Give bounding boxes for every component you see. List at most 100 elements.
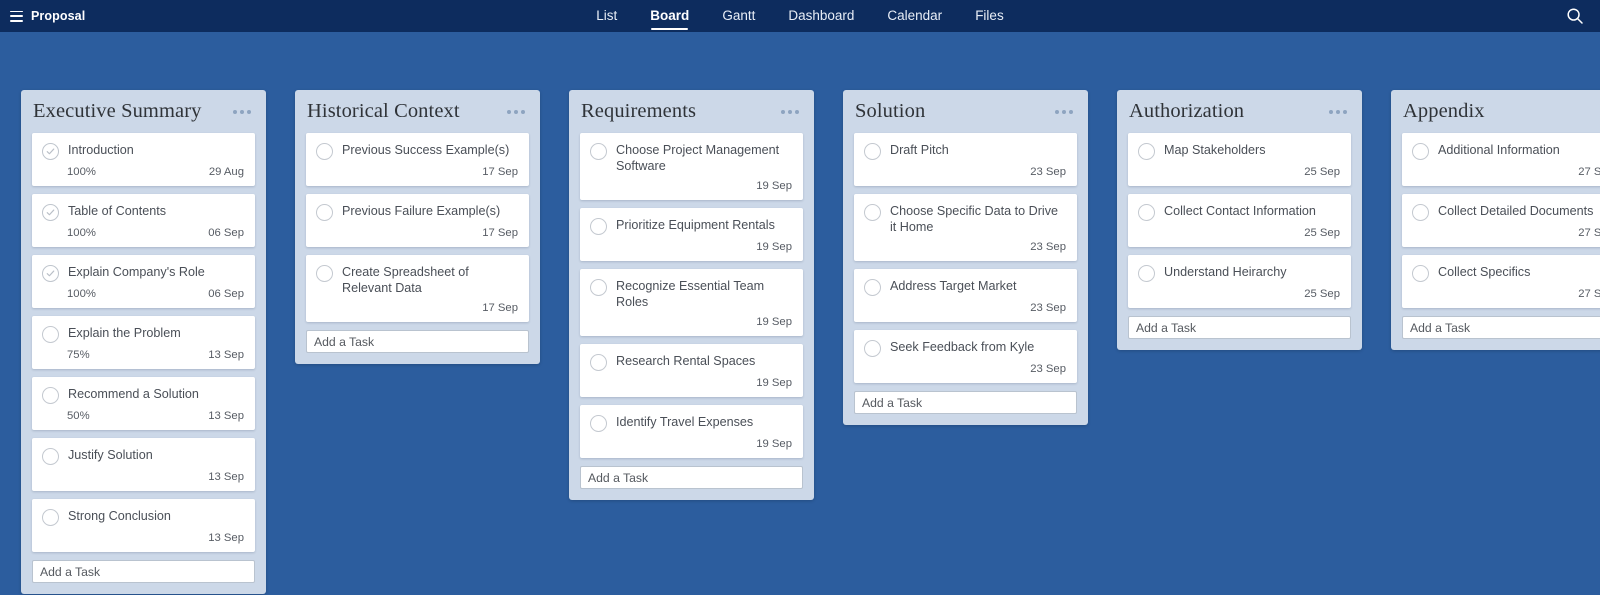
task-due-date: 17 Sep xyxy=(482,302,518,314)
task-card[interactable]: Previous Failure Example(s) 17 Sep xyxy=(306,194,529,247)
task-card-top: Research Rental Spaces xyxy=(590,353,793,371)
task-checkbox[interactable] xyxy=(864,143,881,160)
task-card[interactable]: Choose Specific Data to Drive it Home 23 … xyxy=(854,194,1077,261)
task-title: Choose Project Management Software xyxy=(616,143,780,173)
add-task-input[interactable]: Add a Task xyxy=(32,560,255,583)
task-checkbox[interactable] xyxy=(1412,265,1429,282)
task-card[interactable]: Collect Contact Information 25 Sep xyxy=(1128,194,1351,247)
more-options-icon[interactable] xyxy=(506,106,526,118)
task-card[interactable]: Collect Detailed Documents 27 Sep xyxy=(1402,194,1600,247)
more-options-icon[interactable] xyxy=(232,106,252,118)
task-due-date: 19 Sep xyxy=(756,377,792,389)
add-task-input[interactable]: Add a Task xyxy=(580,466,803,489)
board-column: Requirements Choose Project Management So… xyxy=(569,90,814,500)
task-title: Recognize Essential Team Roles xyxy=(616,279,765,309)
board-column: Historical Context Previous Success Examp… xyxy=(295,90,540,364)
task-checkbox[interactable] xyxy=(42,448,59,465)
task-card[interactable]: Explain the Problem 75% 13 Sep xyxy=(32,316,255,369)
add-task-input[interactable]: Add a Task xyxy=(306,330,529,353)
task-checkbox[interactable] xyxy=(316,143,333,160)
task-card[interactable]: Recommend a Solution 50% 13 Sep xyxy=(32,377,255,430)
more-options-icon[interactable] xyxy=(780,106,800,118)
task-checkbox[interactable] xyxy=(1412,143,1429,160)
task-card[interactable]: Recognize Essential Team Roles 19 Sep xyxy=(580,269,803,336)
task-card-top: Collect Contact Information xyxy=(1138,203,1341,221)
tab-calendar[interactable]: Calendar xyxy=(887,0,942,32)
task-card[interactable]: Table of Contents 100% 06 Sep xyxy=(32,194,255,247)
task-checkbox[interactable] xyxy=(1138,143,1155,160)
task-checkbox[interactable] xyxy=(1412,204,1429,221)
task-card[interactable]: Seek Feedback from Kyle 23 Sep xyxy=(854,330,1077,383)
task-card[interactable]: Prioritize Equipment Rentals 19 Sep xyxy=(580,208,803,261)
task-checkbox[interactable] xyxy=(1138,204,1155,221)
task-checkbox[interactable] xyxy=(590,354,607,371)
task-checkbox-checked[interactable] xyxy=(42,143,59,160)
task-progress-percent: 100% xyxy=(67,288,96,300)
more-options-icon[interactable] xyxy=(1328,106,1348,118)
task-checkbox[interactable] xyxy=(316,204,333,221)
task-card[interactable]: Understand Heirarchy 25 Sep xyxy=(1128,255,1351,308)
task-card-top: Draft Pitch xyxy=(864,142,1067,160)
task-due-date: 19 Sep xyxy=(756,241,792,253)
task-checkbox[interactable] xyxy=(42,387,59,404)
task-checkbox[interactable] xyxy=(864,279,881,296)
task-due-date: 06 Sep xyxy=(208,288,244,300)
task-checkbox[interactable] xyxy=(1138,265,1155,282)
task-checkbox-checked[interactable] xyxy=(42,265,59,282)
task-progress-percent: 100% xyxy=(67,166,96,178)
task-checkbox[interactable] xyxy=(590,415,607,432)
task-title: Address Target Market xyxy=(890,279,1017,293)
task-checkbox[interactable] xyxy=(864,204,881,221)
hamburger-icon[interactable] xyxy=(10,10,23,22)
task-card[interactable]: Create Spreadsheet of Relevant Data 17 Se… xyxy=(306,255,529,322)
task-due-date: 27 Sep xyxy=(1578,166,1600,178)
task-card[interactable]: Strong Conclusion 13 Sep xyxy=(32,499,255,552)
task-meta: 17 Sep xyxy=(316,301,519,315)
add-task-input[interactable]: Add a Task xyxy=(1402,316,1600,339)
task-title: Choose Specific Data to Drive it Home xyxy=(890,204,1058,234)
task-card-top: Create Spreadsheet of Relevant Data xyxy=(316,264,519,296)
task-checkbox[interactable] xyxy=(590,218,607,235)
more-options-icon[interactable] xyxy=(1054,106,1074,118)
task-due-date: 13 Sep xyxy=(208,410,244,422)
tab-list[interactable]: List xyxy=(596,0,617,32)
task-card[interactable]: Introduction 100% 29 Aug xyxy=(32,133,255,186)
task-card[interactable]: Draft Pitch 23 Sep xyxy=(854,133,1077,186)
task-due-date: 19 Sep xyxy=(756,316,792,328)
task-checkbox-checked[interactable] xyxy=(42,204,59,221)
task-card[interactable]: Map Stakeholders 25 Sep xyxy=(1128,133,1351,186)
task-card-top: Recognize Essential Team Roles xyxy=(590,278,793,310)
task-meta: 19 Sep xyxy=(590,315,793,329)
tab-gantt[interactable]: Gantt xyxy=(722,0,755,32)
task-card[interactable]: Identify Travel Expenses 19 Sep xyxy=(580,405,803,458)
column-title: Executive Summary xyxy=(33,100,202,122)
task-card[interactable]: Additional Information 27 Sep xyxy=(1402,133,1600,186)
task-checkbox[interactable] xyxy=(316,265,333,282)
task-card[interactable]: Address Target Market 23 Sep xyxy=(854,269,1077,322)
task-checkbox[interactable] xyxy=(864,340,881,357)
task-checkbox[interactable] xyxy=(590,143,607,160)
task-checkbox[interactable] xyxy=(42,509,59,526)
add-task-input[interactable]: Add a Task xyxy=(1128,316,1351,339)
task-card-top: Additional Information xyxy=(1412,142,1600,160)
task-checkbox[interactable] xyxy=(42,326,59,343)
task-card-top: Collect Specifics xyxy=(1412,264,1600,282)
column-header: Appendix xyxy=(1402,90,1600,133)
add-task-input[interactable]: Add a Task xyxy=(854,391,1077,414)
board-column: Appendix Additional Information 27 Sep Coll… xyxy=(1391,90,1600,350)
task-card[interactable]: Justify Solution 13 Sep xyxy=(32,438,255,491)
task-title: Prioritize Equipment Rentals xyxy=(616,218,775,232)
task-meta: 27 Sep xyxy=(1412,165,1600,179)
task-checkbox[interactable] xyxy=(590,279,607,296)
tab-board[interactable]: Board xyxy=(650,0,689,32)
task-card[interactable]: Explain Company's Role 100% 06 Sep xyxy=(32,255,255,308)
project-title: Proposal xyxy=(31,9,86,23)
task-card[interactable]: Research Rental Spaces 19 Sep xyxy=(580,344,803,397)
view-tabs: List Board Gantt Dashboard Calendar Files xyxy=(0,0,1600,32)
tab-dashboard[interactable]: Dashboard xyxy=(788,0,854,32)
task-card[interactable]: Previous Success Example(s) 17 Sep xyxy=(306,133,529,186)
task-card[interactable]: Choose Project Management Software 19 Sep xyxy=(580,133,803,200)
search-icon[interactable] xyxy=(1564,5,1586,27)
task-card[interactable]: Collect Specifics 27 Sep xyxy=(1402,255,1600,308)
tab-files[interactable]: Files xyxy=(975,0,1004,32)
